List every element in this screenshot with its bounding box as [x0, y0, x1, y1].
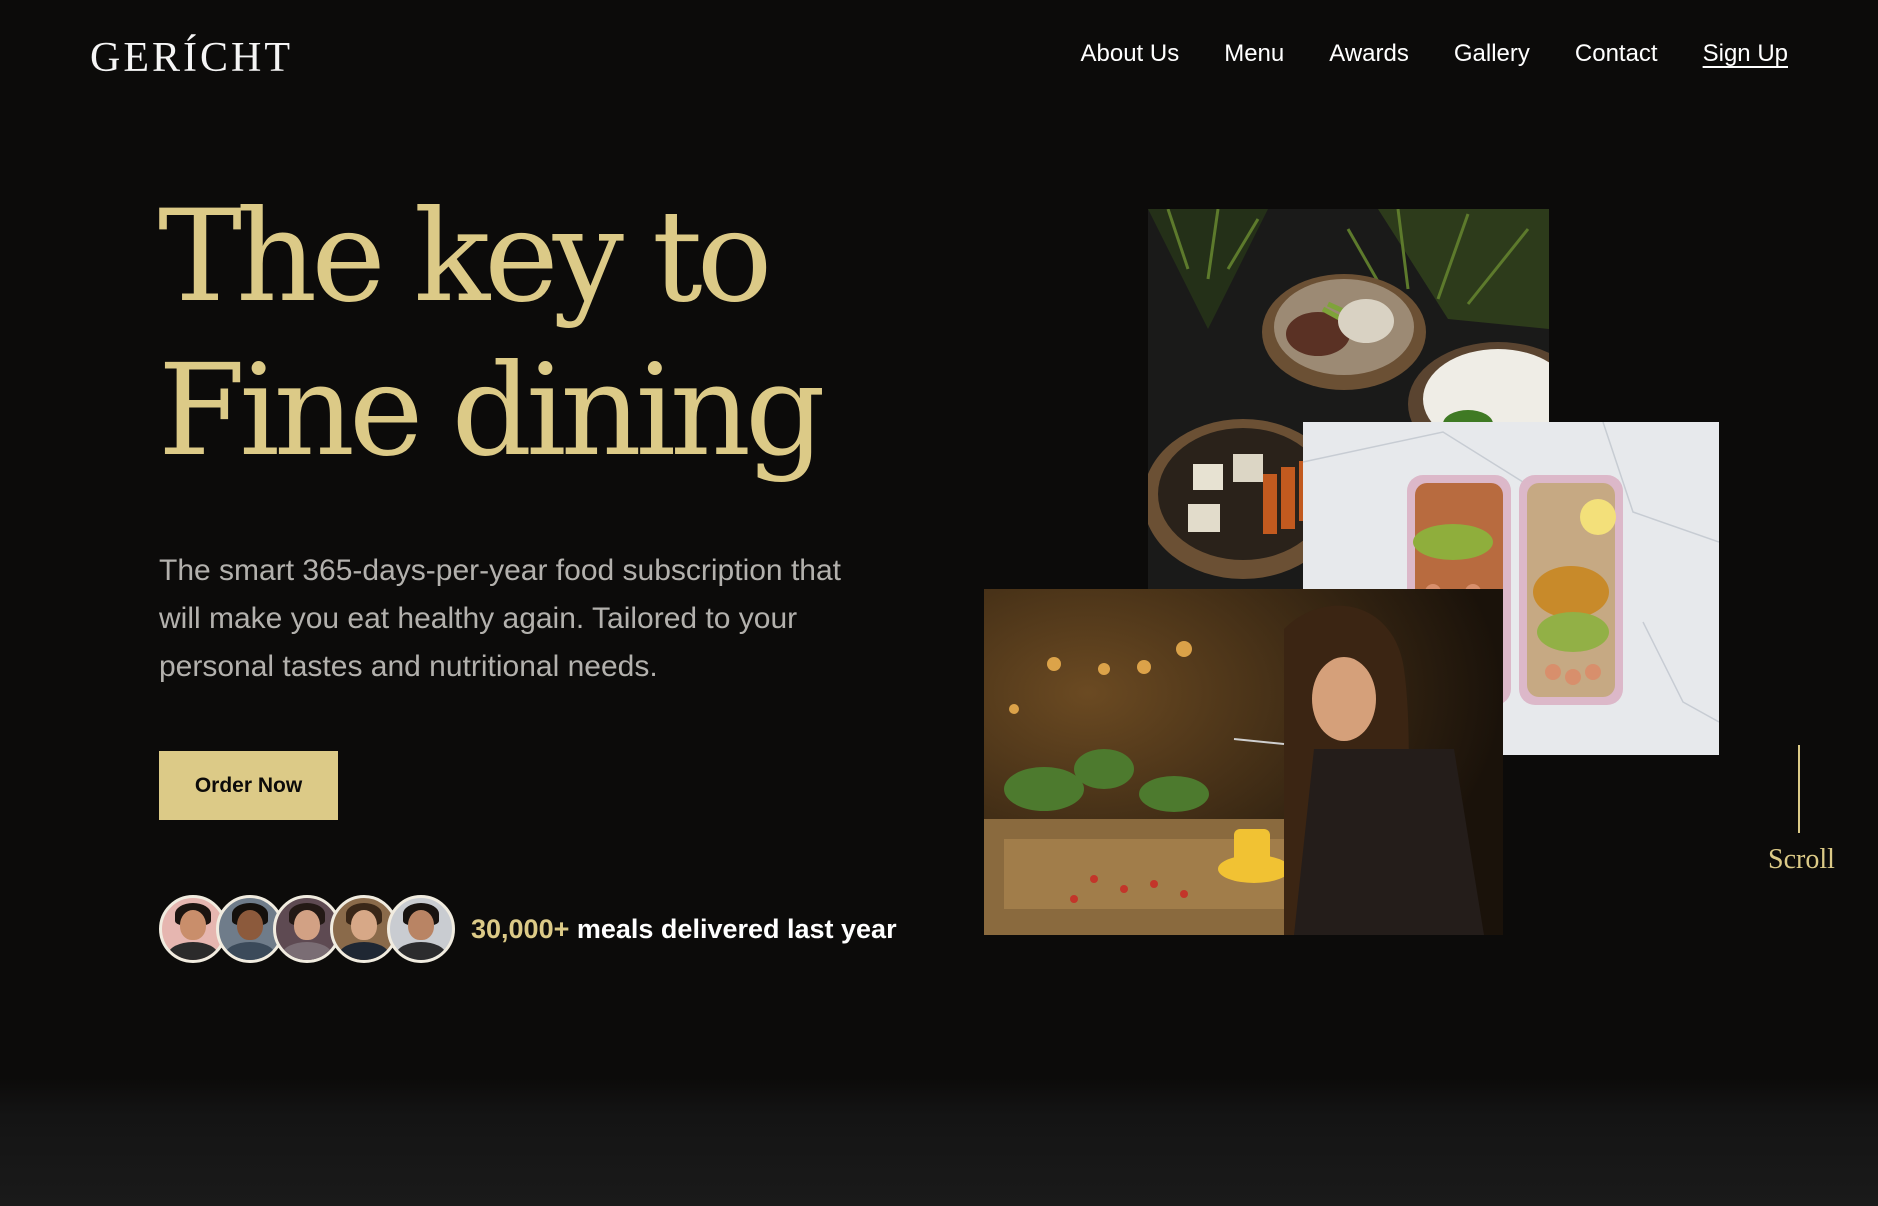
customer-avatars [159, 895, 455, 963]
nav-contact[interactable]: Contact [1575, 40, 1658, 68]
order-now-button[interactable]: Order Now [159, 751, 338, 820]
meals-caption: meals delivered last year [576, 913, 897, 944]
hero-headline: The key to Fine dining [158, 180, 826, 488]
meals-delivered-text: 30,000+ meals delivered last year [471, 914, 897, 945]
meals-count: 30,000+ [471, 913, 570, 944]
headline-line-1: The key to [158, 183, 772, 330]
headline-line-2: Fine dining [158, 337, 826, 484]
next-section-preview [0, 1078, 1878, 1206]
scroll-line [1798, 745, 1800, 833]
nav-menu[interactable]: Menu [1224, 40, 1284, 68]
nav-gallery[interactable]: Gallery [1454, 40, 1530, 68]
scroll-indicator[interactable]: Scroll [1768, 844, 1835, 876]
landing-page: GERÍCHT About Us Menu Awards Gallery Con… [0, 0, 1878, 1206]
nav-awards[interactable]: Awards [1329, 40, 1409, 68]
logo[interactable]: GERÍCHT [90, 34, 293, 82]
hero-subtitle: The smart 365-days-per-year food subscri… [159, 554, 841, 683]
dining-illustration [984, 589, 1503, 935]
social-proof: 30,000+ meals delivered last year [159, 895, 897, 963]
nav-about-us[interactable]: About Us [1081, 40, 1180, 68]
main-nav: About Us Menu Awards Gallery Contact Sig… [1081, 40, 1789, 68]
avatar [387, 895, 455, 963]
nav-sign-up[interactable]: Sign Up [1703, 40, 1788, 68]
dining-photo [984, 589, 1503, 935]
